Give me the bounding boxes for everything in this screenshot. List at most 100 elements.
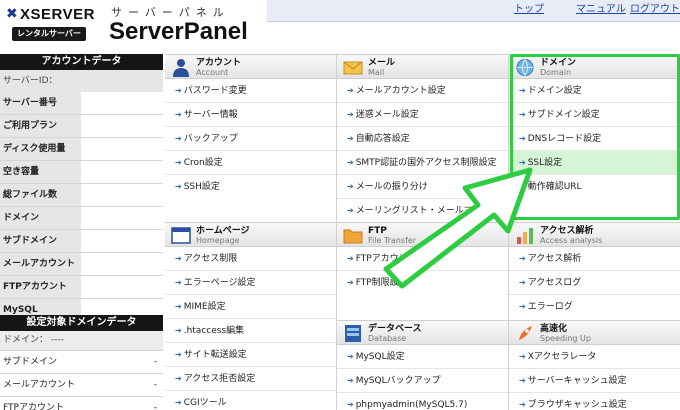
menu-item-spam[interactable]: ➔ 迷惑メール設定 (337, 103, 508, 127)
menu-item-label: ブラウザキャッシュ設定 (527, 400, 627, 410)
menu-item-error-log[interactable]: ➔ エラーログ (509, 295, 680, 319)
menu-item-label: .htaccess編集 (183, 326, 245, 336)
menu-item-label: メーリングリスト・メールマガジン (355, 206, 500, 216)
menu-item-label: SSH設定 (183, 182, 220, 192)
menu-item-access-deny[interactable]: ➔ アクセス拒否設定 (165, 367, 336, 391)
homepage-title: ホームページ (196, 226, 250, 236)
arrow-right-icon: ➔ (519, 302, 526, 311)
menu-item-mime[interactable]: ➔ MIME設定 (165, 295, 336, 319)
manual-link[interactable]: マニュアル (576, 4, 626, 16)
domain-label: ドメイン： ---- (0, 331, 163, 350)
arrow-right-icon: ➔ (347, 278, 354, 287)
menu-item-site-redirect[interactable]: ➔ サイト転送設定 (165, 343, 336, 367)
menu-item-label: サイト転送設定 (183, 350, 247, 360)
menu-item-label: パスワード変更 (183, 86, 247, 96)
arrow-right-icon: ➔ (347, 376, 354, 385)
menu-item-phpmyadmin[interactable]: ➔ phpmyadmin(MySQL5.7) (337, 393, 508, 410)
top-links-bar: トップ マニュアル ログアウト (267, 0, 680, 22)
menu-item-cgi[interactable]: ➔ CGIツール (165, 391, 336, 410)
menu-item-ssh[interactable]: ➔ SSH設定 (165, 175, 336, 199)
menu-item-ftp-limit[interactable]: ➔ FTP制限設定 (337, 271, 508, 295)
sidebar: アカウントデータ サーバーID： サーバー番号 ご利用プラン ディスク使用量 空… (0, 54, 163, 410)
menu-item-mysql[interactable]: ➔ MySQL設定 (337, 345, 508, 369)
menu-item-label: FTPアカウント設定 (355, 254, 435, 264)
arrow-right-icon: ➔ (347, 352, 354, 361)
menu-item-label: SMTP認証の国外アクセス制限設定 (355, 158, 497, 168)
menu-item-label: エラーログ (527, 302, 573, 312)
menu-item-mail-account[interactable]: ➔ メールアカウント設定 (337, 79, 508, 103)
ftp-folder-icon (343, 229, 363, 244)
menu-item-access-limit[interactable]: ➔ アクセス制限 (165, 247, 336, 271)
sidebar-row: サブドメイン (0, 230, 163, 253)
sidebar-row: サーバー番号 (0, 92, 163, 115)
account-panel-header: アカウント Account (165, 54, 336, 79)
sidebar-row: メールアカウント - (0, 374, 163, 397)
speed-subtitle: Speeding Up (540, 334, 591, 343)
access-title: アクセス解析 (540, 226, 594, 236)
product-title: ServerPanel (109, 18, 248, 45)
menu-item-label: サーバー情報 (183, 110, 238, 120)
account-data-heading: アカウントデータ (0, 54, 163, 70)
arrow-right-icon: ➔ (347, 110, 354, 119)
menu-item-auto-reply[interactable]: ➔ 自動応答設定 (337, 127, 508, 151)
ftp-title: FTP (368, 226, 387, 236)
domain-label-text: ドメイン： (3, 335, 49, 345)
sidebar-label: 空き容量 (0, 161, 81, 183)
homepage-window-icon (171, 227, 191, 244)
arrow-right-icon: ➔ (175, 134, 182, 143)
sidebar-row: メールアカウント (0, 253, 163, 276)
sidebar-row: サーバーID： (0, 70, 163, 92)
menu-item-label: メールの振り分け (355, 182, 428, 192)
mail-title: メール (368, 58, 396, 68)
menu-item-label: phpmyadmin(MySQL5.7) (355, 400, 468, 410)
menu-item-error-page[interactable]: ➔ エラーページ設定 (165, 271, 336, 295)
menu-item-label: サーバーキャッシュ設定 (527, 376, 627, 386)
menu-item-browser-cache[interactable]: ➔ ブラウザキャッシュ設定 (509, 393, 680, 410)
menu-item-x-accelerator[interactable]: ➔ Xアクセラレータ (509, 345, 680, 369)
menu-item-password[interactable]: ➔ パスワード変更 (165, 79, 336, 103)
speed-panel-header: 高速化 Speeding Up (509, 320, 680, 345)
menu-item-mysql-backup[interactable]: ➔ MySQLバックアップ (337, 369, 508, 393)
sidebar-label: ご利用プラン (0, 115, 81, 137)
domain-highlight-box (510, 54, 680, 220)
arrow-right-icon: ➔ (175, 278, 182, 287)
access-chart-icon (517, 228, 533, 244)
menu-item-htaccess[interactable]: ➔ .htaccess編集 (165, 319, 336, 343)
menu-item-smtp-restrict[interactable]: ➔ SMTP認証の国外アクセス制限設定 (337, 151, 508, 175)
arrow-right-icon: ➔ (347, 182, 354, 191)
menu-item-access-analysis[interactable]: ➔ アクセス解析 (509, 247, 680, 271)
arrow-right-icon: ➔ (519, 254, 526, 263)
access-panel-header: アクセス解析 Access analysis (509, 222, 680, 247)
menu-item-backup[interactable]: ➔ バックアップ (165, 127, 336, 151)
menu-item-server-info[interactable]: ➔ サーバー情報 (165, 103, 336, 127)
top-link[interactable]: トップ (514, 4, 544, 16)
mail-envelope-icon (343, 61, 363, 75)
server-id-label: サーバーID： (0, 70, 163, 92)
menu-item-server-cache[interactable]: ➔ サーバーキャッシュ設定 (509, 369, 680, 393)
sidebar-row: 総ファイル数 (0, 184, 163, 207)
menu-item-ftp-account[interactable]: ➔ FTPアカウント設定 (337, 247, 508, 271)
menu-item-label: FTP制限設定 (355, 278, 408, 288)
domain-data-heading: 設定対象ドメインデータ (0, 315, 163, 331)
menu-item-label: MIME設定 (183, 302, 226, 312)
menu-item-label: 自動応答設定 (355, 134, 410, 144)
arrow-right-icon: ➔ (519, 352, 526, 361)
sidebar-label: サブドメイン (0, 230, 81, 252)
menu-item-mailing-list[interactable]: ➔ メーリングリスト・メールマガジン (337, 199, 508, 223)
arrow-right-icon: ➔ (175, 254, 182, 263)
logo-x-icon: ✖ (6, 6, 18, 22)
homepage-subtitle: Homepage (196, 236, 240, 245)
arrow-right-icon: ➔ (175, 302, 182, 311)
logout-link[interactable]: ログアウト (630, 4, 680, 16)
database-icon (345, 325, 361, 342)
menu-item-cron[interactable]: ➔ Cron設定 (165, 151, 336, 175)
sidebar-row: ディスク使用量 (0, 138, 163, 161)
mail-subtitle: Mail (368, 68, 385, 77)
sidebar-row: サブドメイン - (0, 351, 163, 374)
domain-value: ---- (50, 335, 64, 345)
menu-item-mail-filter[interactable]: ➔ メールの振り分け (337, 175, 508, 199)
menu-item-access-log[interactable]: ➔ アクセスログ (509, 271, 680, 295)
sidebar-value: - (153, 380, 157, 390)
sidebar-label: ディスク使用量 (0, 138, 81, 160)
menu-item-label: アクセス拒否設定 (183, 374, 256, 384)
